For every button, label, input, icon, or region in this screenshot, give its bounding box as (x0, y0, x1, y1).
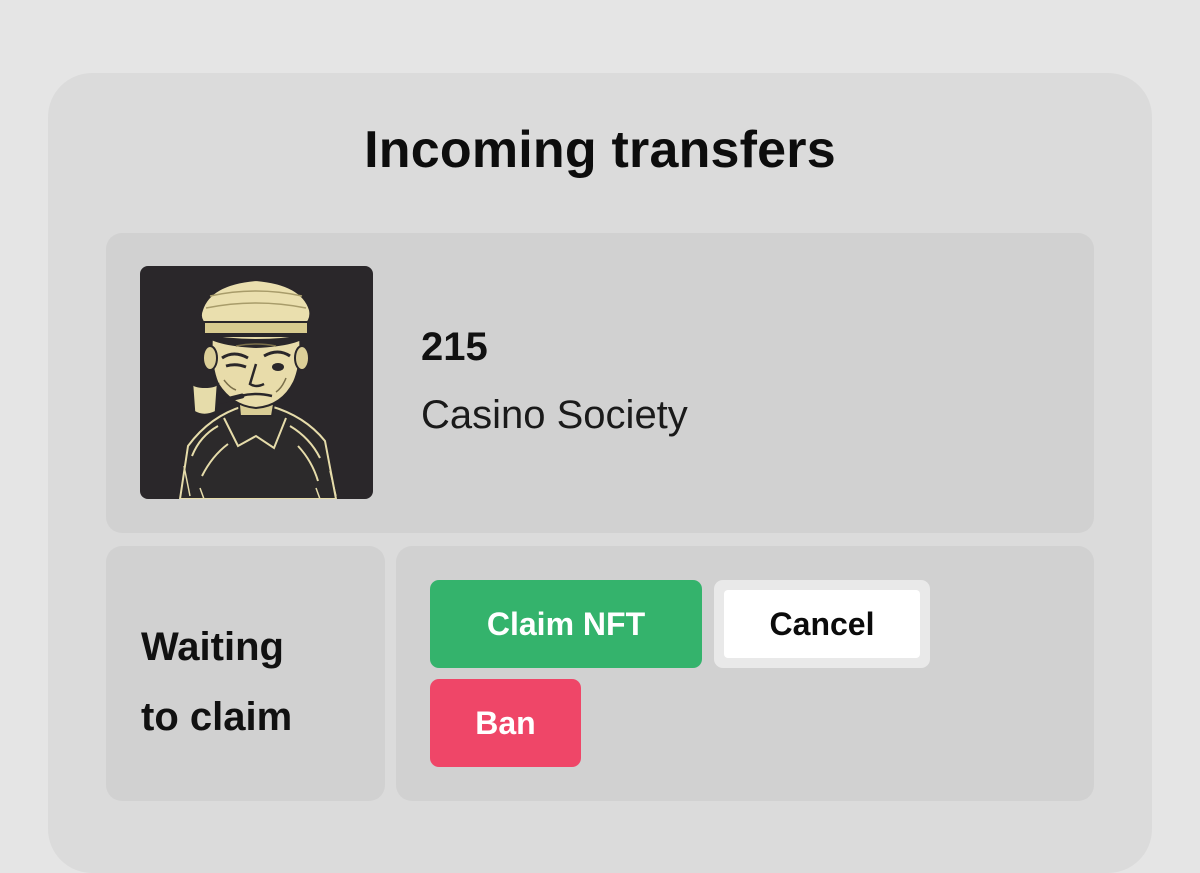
actions-card: Claim NFT Cancel Ban (396, 546, 1094, 801)
status-label: Waiting to claim (141, 625, 293, 739)
claim-nft-button[interactable]: Claim NFT (430, 580, 702, 668)
ban-button[interactable]: Ban (430, 679, 581, 767)
cancel-button-frame: Cancel (714, 580, 930, 668)
sailor-portrait-icon (178, 278, 338, 499)
nft-image (140, 266, 373, 499)
nft-id: 215 (421, 325, 488, 369)
cancel-button[interactable]: Cancel (724, 590, 920, 658)
status-card: Waiting to claim (106, 546, 385, 801)
nft-collection-name: Casino Society (421, 393, 688, 437)
page-title: Incoming transfers (364, 121, 836, 179)
nft-card: 215 Casino Society (106, 233, 1094, 533)
